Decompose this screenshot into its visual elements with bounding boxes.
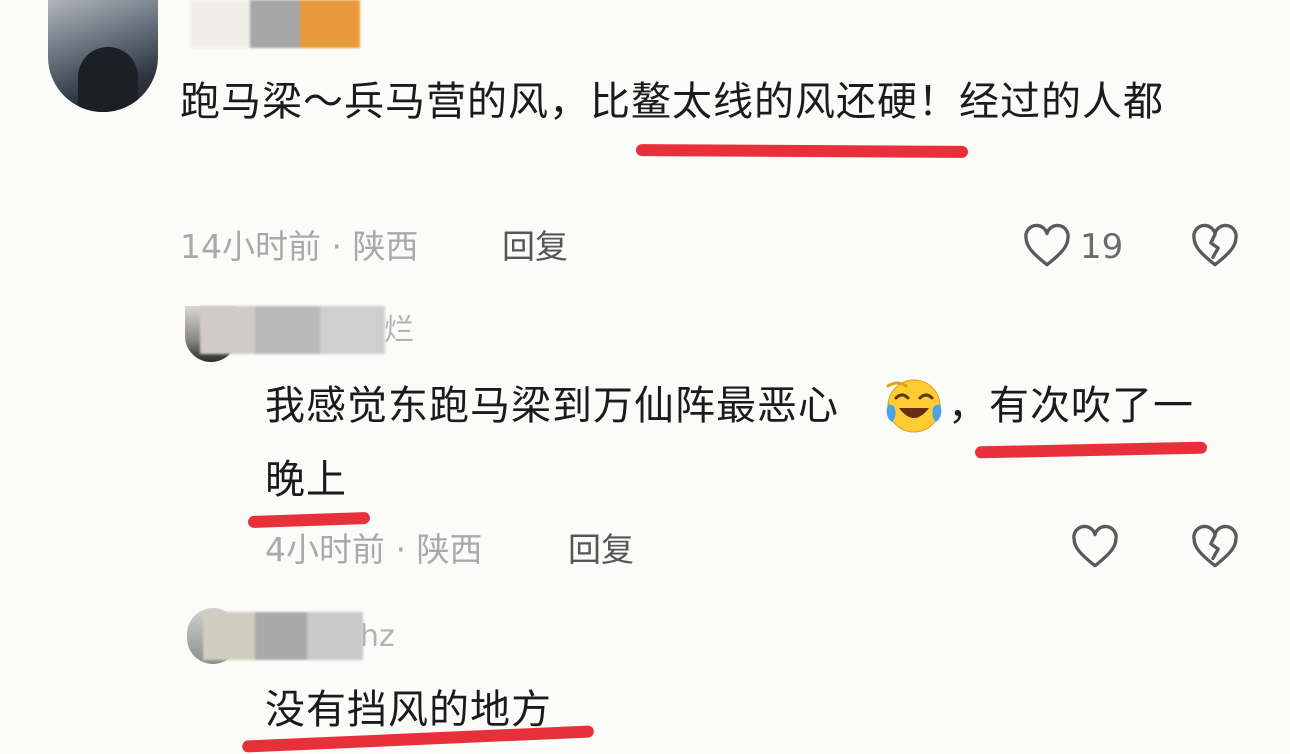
dislike-button[interactable] [1190, 523, 1240, 573]
comment-text: 跑马梁～兵马营的风，比鳌太线的风还硬！经过的人都 [180, 79, 1164, 125]
like-count: 19 [1080, 227, 1124, 267]
comment-text-line: 我感觉东跑马梁到万仙阵最恶心 [265, 386, 839, 426]
avatar-figure [78, 47, 138, 112]
comment-text-part: 我感觉东跑马梁到万仙阵最恶心 [265, 383, 839, 429]
red-underline [974, 441, 1208, 459]
comment-meta: 4小时前 · 陕西 [265, 533, 483, 566]
like-button[interactable] [1070, 523, 1120, 573]
comment-text-line: 晚上 [265, 457, 347, 503]
like-button[interactable] [1022, 222, 1072, 272]
comment-location: 陕西 [352, 227, 419, 266]
reply-button[interactable]: 回复 [568, 533, 634, 566]
avatar[interactable] [48, 0, 158, 112]
comment-meta: 14小时前 · 陕西 [180, 230, 419, 263]
red-underline [635, 144, 969, 158]
broken-heart-icon [1192, 524, 1238, 568]
dislike-button[interactable] [1190, 222, 1240, 272]
meta-separator: · [395, 530, 407, 569]
reply-button[interactable]: 回复 [502, 230, 568, 263]
comment-text: 没有挡风的地方 [265, 687, 552, 733]
red-underline [247, 511, 371, 529]
comment-text-part: ，有次吹了一 [948, 383, 1194, 429]
comment-time: 4小时前 [265, 530, 385, 569]
heart-icon [1024, 223, 1070, 267]
laughing-crying-emoji [884, 378, 944, 434]
heart-icon [1072, 524, 1118, 568]
username-suffix: hz [360, 619, 395, 654]
username-blurred[interactable] [190, 0, 360, 48]
emoji-icon [886, 379, 942, 433]
comment-time: 14小时前 [180, 227, 321, 266]
username-blurred[interactable] [203, 612, 363, 660]
username-blurred[interactable] [200, 306, 385, 354]
comment-location: 陕西 [416, 530, 483, 569]
meta-separator: · [331, 227, 343, 266]
broken-heart-icon [1192, 223, 1238, 267]
username-suffix: 烂 [384, 313, 414, 348]
